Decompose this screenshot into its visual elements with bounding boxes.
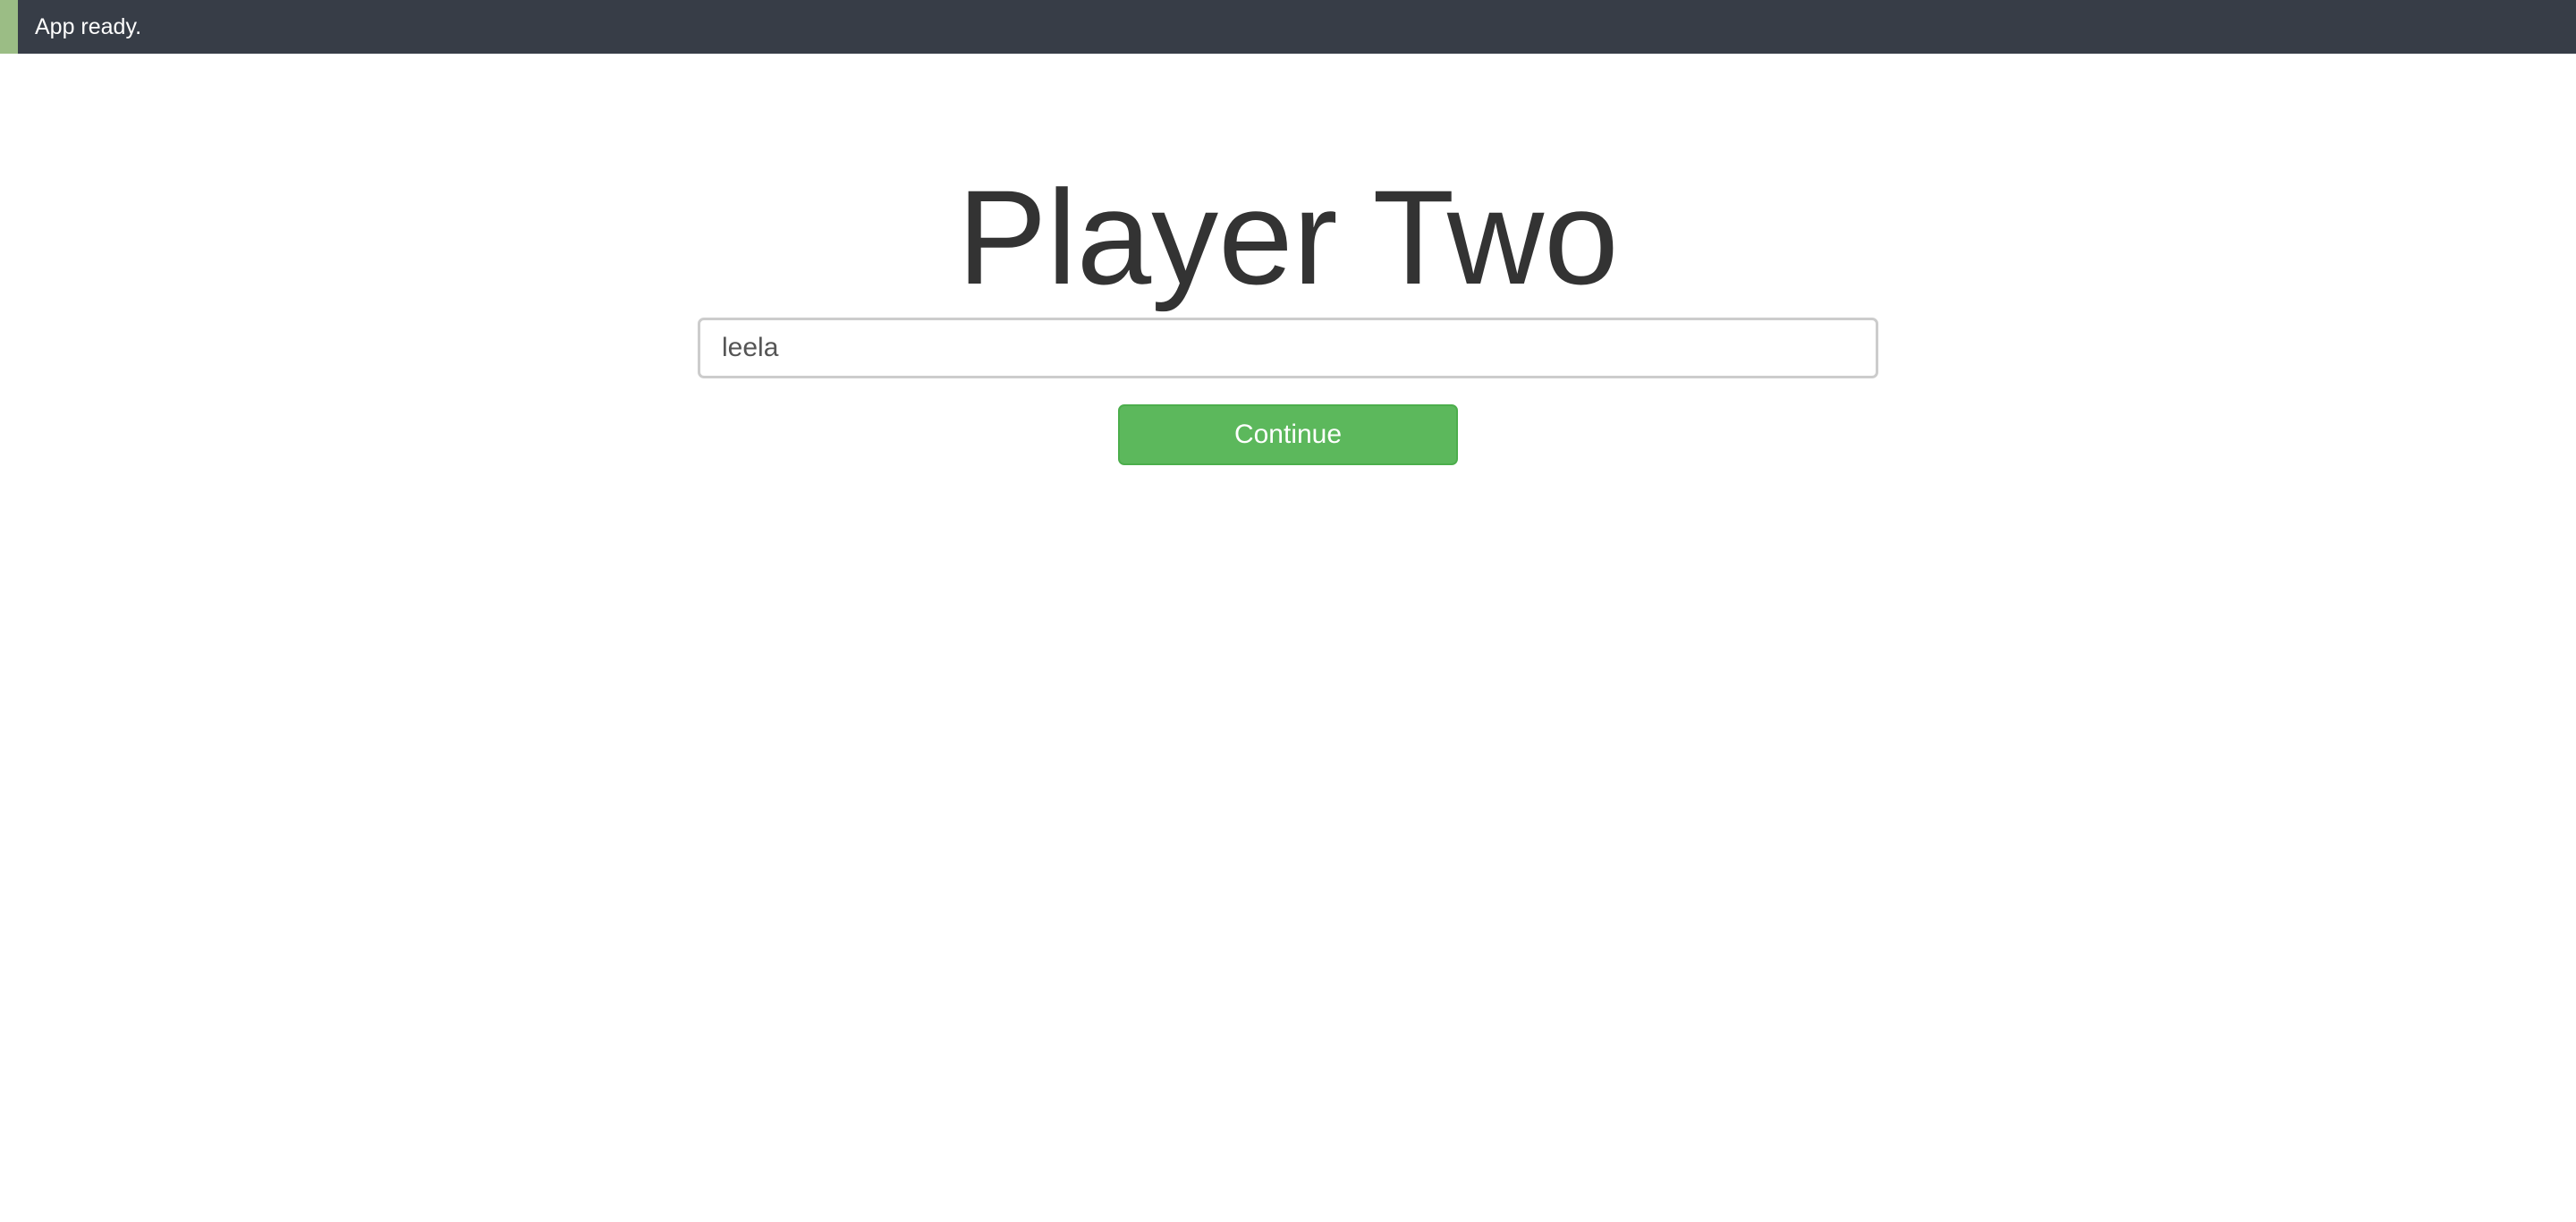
player-name-input[interactable] (698, 318, 1878, 378)
status-bar: App ready. (0, 0, 2576, 54)
continue-button[interactable]: Continue (1118, 404, 1458, 465)
main-content: Player Two Continue (0, 54, 2576, 1222)
page-title: Player Two (957, 162, 1619, 312)
status-message: App ready. (35, 14, 142, 39)
status-accent-indicator (0, 0, 18, 54)
